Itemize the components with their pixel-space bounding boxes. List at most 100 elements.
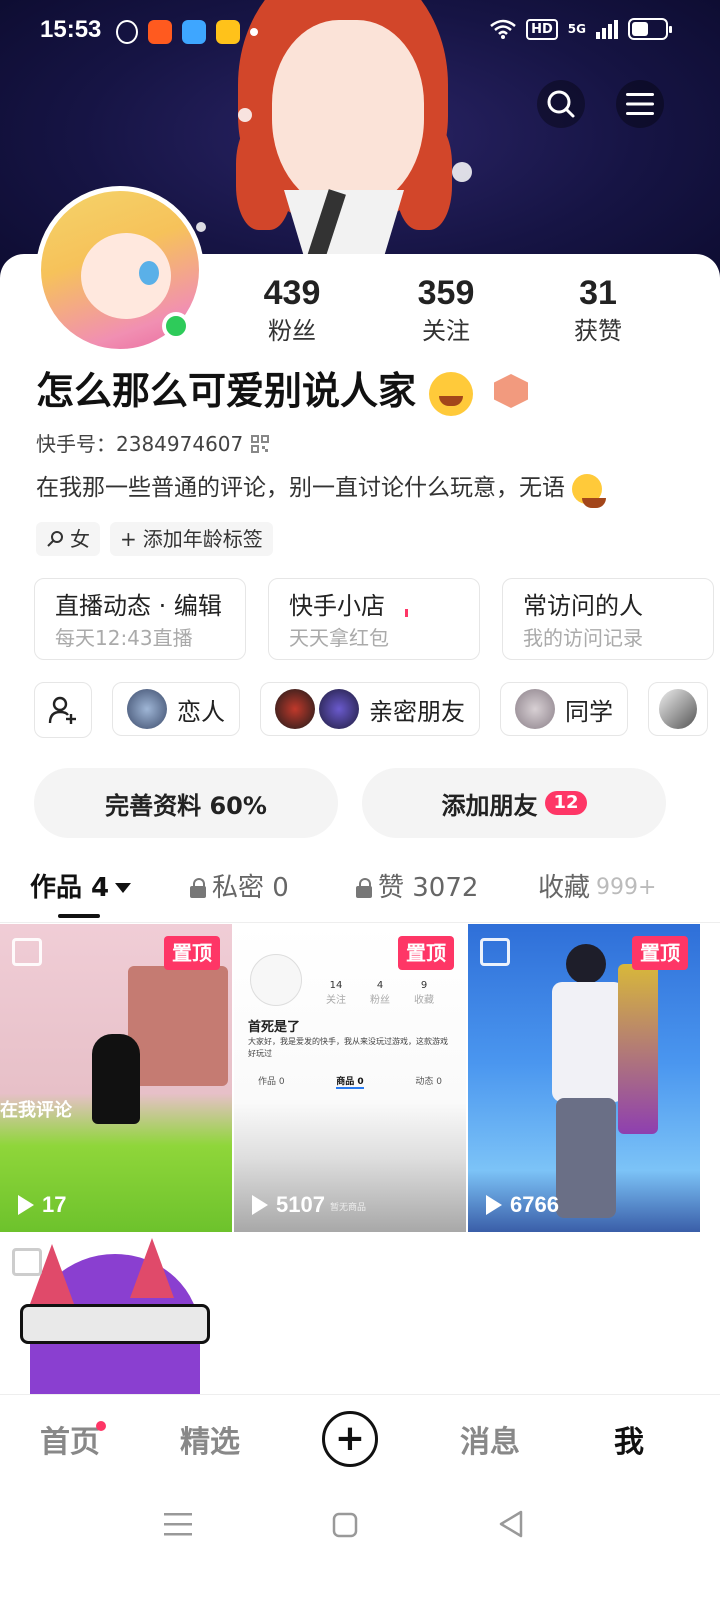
circle-lover[interactable]: 恋人 bbox=[112, 682, 240, 736]
kuaishou-shop-card[interactable]: 快手小店 天天拿红包 bbox=[268, 578, 480, 660]
add-friends-label: 添加朋友 bbox=[441, 791, 538, 820]
friend-circles: 恋人 亲密朋友 同学 bbox=[34, 682, 708, 738]
search-icon bbox=[547, 90, 575, 118]
home-icon[interactable] bbox=[332, 1512, 358, 1538]
app-yellow-icon bbox=[216, 20, 240, 44]
recent-apps-icon[interactable] bbox=[164, 1512, 192, 1536]
circle-classmates[interactable]: 同学 bbox=[500, 682, 628, 736]
work-tile-4[interactable] bbox=[0, 1234, 232, 1394]
tile-thumb-ear bbox=[130, 1238, 174, 1298]
plus-icon: + bbox=[120, 527, 137, 551]
active-tab-indicator bbox=[58, 914, 100, 918]
tile-inner-desc: 大家好，我是爱发的快手，我从来没玩过游戏，这款游戏好玩过 bbox=[248, 1037, 448, 1058]
tile-thumb-character bbox=[92, 1034, 140, 1124]
tab-likes[interactable]: 赞 3072 bbox=[356, 868, 478, 908]
tab-private[interactable]: 私密 0 bbox=[190, 868, 289, 908]
tile-thumb-cape bbox=[618, 964, 658, 1134]
add-friends-badge: 12 bbox=[545, 791, 587, 815]
feature-subtitle: 每天12:43直播 bbox=[55, 626, 193, 650]
app-blue-icon bbox=[182, 20, 206, 44]
qr-code-icon[interactable] bbox=[251, 435, 270, 453]
tab-count: 999+ bbox=[596, 875, 657, 900]
back-icon[interactable] bbox=[498, 1510, 524, 1538]
tab-label: 私密 0 bbox=[212, 873, 289, 903]
bio-text: 在我那一些普通的评论，别一直讨论什么玩意，无语 bbox=[36, 475, 565, 501]
play-count: 5107 bbox=[252, 1192, 325, 1218]
multi-image-icon bbox=[12, 938, 42, 966]
nickname: 怎么那么可爱别说人家 bbox=[36, 369, 417, 413]
circle-label: 恋人 bbox=[177, 697, 225, 726]
nav-label: 我 bbox=[614, 1425, 644, 1460]
stat-likes[interactable]: 31 获赞 bbox=[538, 272, 658, 348]
add-friends-button[interactable]: 添加朋友 12 bbox=[362, 768, 666, 838]
multi-image-icon bbox=[480, 938, 510, 966]
work-tile-1[interactable]: 置顶 在我评论 17 bbox=[0, 924, 232, 1232]
circle-close-friends[interactable]: 亲密朋友 bbox=[260, 682, 480, 736]
lock-icon bbox=[190, 878, 206, 898]
add-circle-button[interactable] bbox=[34, 682, 92, 738]
nav-messages[interactable]: 消息 bbox=[460, 1417, 520, 1461]
kuaishou-id-label: 快手号： bbox=[36, 432, 116, 456]
kuaishou-id-row[interactable]: 快手号：2384974607 bbox=[36, 428, 270, 460]
play-count: 17 bbox=[18, 1192, 66, 1218]
search-button[interactable] bbox=[537, 80, 585, 128]
live-dynamics-card[interactable]: 直播动态 · 编辑 每天12:43直播 bbox=[34, 578, 246, 660]
tile-inner-avatar bbox=[250, 954, 302, 1006]
network-label: 5G bbox=[567, 22, 586, 36]
tab-label: 收藏 bbox=[538, 873, 591, 903]
content-tabs: 作品 4 私密 0 赞 3072 收藏 999+ bbox=[0, 860, 720, 920]
tile-thumb-character-legs bbox=[556, 1098, 616, 1218]
nav-featured[interactable]: 精选 bbox=[180, 1417, 240, 1461]
tile-thumb-character-body bbox=[552, 982, 624, 1102]
work-tile-3[interactable]: 置顶 6766 bbox=[468, 924, 700, 1232]
sweat-smile-emoji-icon bbox=[429, 371, 474, 416]
stat-label: 获赞 bbox=[574, 317, 622, 345]
nav-me[interactable]: 我 bbox=[614, 1417, 644, 1461]
create-post-button[interactable]: + bbox=[322, 1411, 378, 1467]
tile-inner-stat-value: 4 bbox=[376, 980, 384, 991]
tab-favorites[interactable]: 收藏 999+ bbox=[538, 868, 656, 908]
circle-more[interactable] bbox=[648, 682, 708, 736]
sweat-smile-emoji-icon bbox=[572, 473, 607, 508]
more-notifications-icon bbox=[250, 28, 258, 36]
nickname-row[interactable]: 怎么那么可爱别说人家 bbox=[36, 364, 474, 418]
notification-dot bbox=[96, 1421, 106, 1431]
battery-icon bbox=[628, 18, 672, 40]
status-bar: 15:53 HD 5G bbox=[0, 0, 720, 64]
tab-works[interactable]: 作品 4 bbox=[30, 868, 132, 908]
add-age-tag[interactable]: + 添加年龄标签 bbox=[110, 522, 273, 556]
menu-button[interactable] bbox=[616, 80, 664, 128]
circle-label: 亲密朋友 bbox=[369, 697, 465, 726]
female-icon bbox=[47, 531, 63, 547]
tile-inner-stat-label: 粉丝 bbox=[370, 995, 390, 1006]
nav-label: 精选 bbox=[180, 1425, 240, 1460]
stat-following[interactable]: 359 关注 bbox=[386, 272, 506, 348]
bio[interactable]: 在我那一些普通的评论，别一直讨论什么玩意，无语 bbox=[36, 468, 607, 508]
complete-profile-button[interactable]: 完善资料 60% bbox=[34, 768, 338, 838]
feature-cards: 直播动态 · 编辑 每天12:43直播 快手小店 天天拿红包 常访问的人 我的访… bbox=[34, 578, 714, 660]
tile-inner-stat-label: 收藏 bbox=[414, 995, 434, 1006]
stat-value: 31 bbox=[579, 274, 617, 312]
stat-value: 359 bbox=[417, 274, 475, 312]
circle-avatar bbox=[127, 689, 167, 729]
nav-home[interactable]: 首页 bbox=[40, 1417, 100, 1461]
lock-icon bbox=[356, 878, 372, 898]
circle-avatar bbox=[659, 689, 697, 729]
add-age-label: 添加年龄标签 bbox=[142, 527, 263, 551]
gender-label: 女 bbox=[70, 527, 90, 551]
profile-tags: 女 + 添加年龄标签 bbox=[36, 522, 273, 556]
feature-subtitle: 天天拿红包 bbox=[289, 626, 389, 650]
status-time: 15:53 bbox=[40, 16, 102, 43]
tile-inner-tab: 作品 0 bbox=[258, 1077, 285, 1087]
tab-label: 赞 3072 bbox=[378, 873, 479, 903]
wifi-icon bbox=[490, 19, 516, 39]
frequent-visitors-card[interactable]: 常访问的人 我的访问记录 bbox=[502, 578, 714, 660]
avatar-eye bbox=[139, 261, 159, 285]
work-tile-2[interactable]: 14 关注 4 粉丝 9 收藏 首死是了 大家好，我是爱发的快手，我从来没玩过游戏，这… bbox=[234, 924, 466, 1232]
hamburger-menu-icon bbox=[626, 93, 654, 115]
gender-tag[interactable]: 女 bbox=[36, 522, 100, 556]
stat-fans[interactable]: 439 粉丝 bbox=[232, 272, 352, 348]
play-count-value: 6766 bbox=[510, 1192, 559, 1217]
tile-inner-tabs: 作品 0 商品 0 动态 0 bbox=[258, 1074, 442, 1089]
tile-inner-stat-label: 关注 bbox=[326, 995, 346, 1006]
